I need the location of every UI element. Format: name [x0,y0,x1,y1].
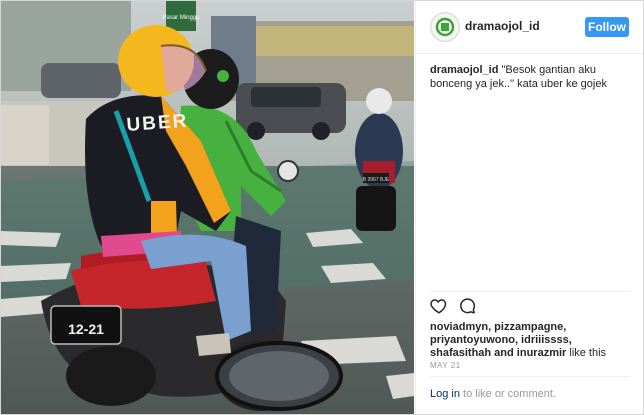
divider [430,376,630,377]
post-date[interactable]: MAY 21 [430,361,461,370]
divider [430,291,630,292]
heart-icon[interactable] [430,297,448,315]
likes-suffix: like this [569,347,607,359]
avatar-logo [432,14,458,40]
license-plate-text: 12-21 [68,321,104,337]
post-sidebar: dramaojol_id Follow dramaojol_id "Besok … [415,1,643,414]
plate-right-text: B 3967 BJE [363,177,390,183]
likes-summary: noviadmyn, pizzampagne, priyantoyuwono, … [430,321,634,360]
avatar[interactable] [430,12,460,42]
comment-icon[interactable] [458,297,476,315]
username-link[interactable]: dramaojol_id [465,19,540,33]
comment-prompt-text: to like or comment. [463,388,556,400]
road-sign-text: Pasar Minggu [162,15,199,21]
instagram-post-embed: Pasar Minggu B 3967 BJE 12-21 UBER drama… [0,0,644,415]
comment-prompt: Log in to like or comment. [430,388,556,400]
jacket-text: UBER [126,111,189,136]
photo-scene: Pasar Minggu B 3967 BJE 12-21 UBER [1,1,414,414]
login-link[interactable]: Log in [430,388,460,400]
likes-names[interactable]: noviadmyn, pizzampagne, priyantoyuwono, … [430,321,572,359]
caption-username[interactable]: dramaojol_id [430,64,498,76]
follow-button[interactable]: Follow [585,17,629,37]
post-header: dramaojol_id Follow [416,1,643,54]
post-photo: Pasar Minggu B 3967 BJE 12-21 UBER [1,1,414,414]
post-caption: dramaojol_id "Besok gantian aku bonceng … [430,63,630,91]
